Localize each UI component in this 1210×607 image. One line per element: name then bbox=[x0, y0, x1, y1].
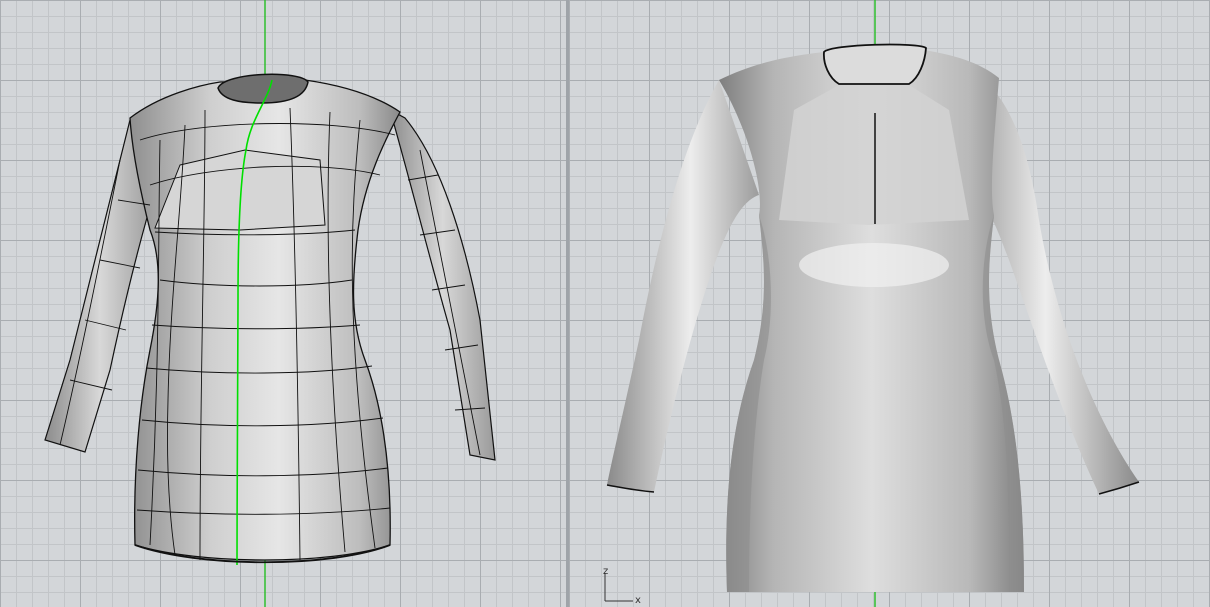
axis-x-label: x bbox=[635, 595, 641, 606]
neckline-front bbox=[823, 43, 927, 85]
axis-z-label: z bbox=[603, 566, 609, 577]
dress-mesh-model[interactable] bbox=[0, 0, 566, 607]
perspective-viewport[interactable] bbox=[0, 0, 566, 607]
front-viewport[interactable]: z x bbox=[569, 0, 1210, 607]
dress-shaded-model[interactable] bbox=[569, 0, 1210, 607]
dress-body bbox=[129, 79, 401, 561]
yoke-shaded bbox=[779, 85, 969, 225]
bust-highlight bbox=[799, 243, 949, 287]
right-sleeve bbox=[389, 108, 496, 461]
